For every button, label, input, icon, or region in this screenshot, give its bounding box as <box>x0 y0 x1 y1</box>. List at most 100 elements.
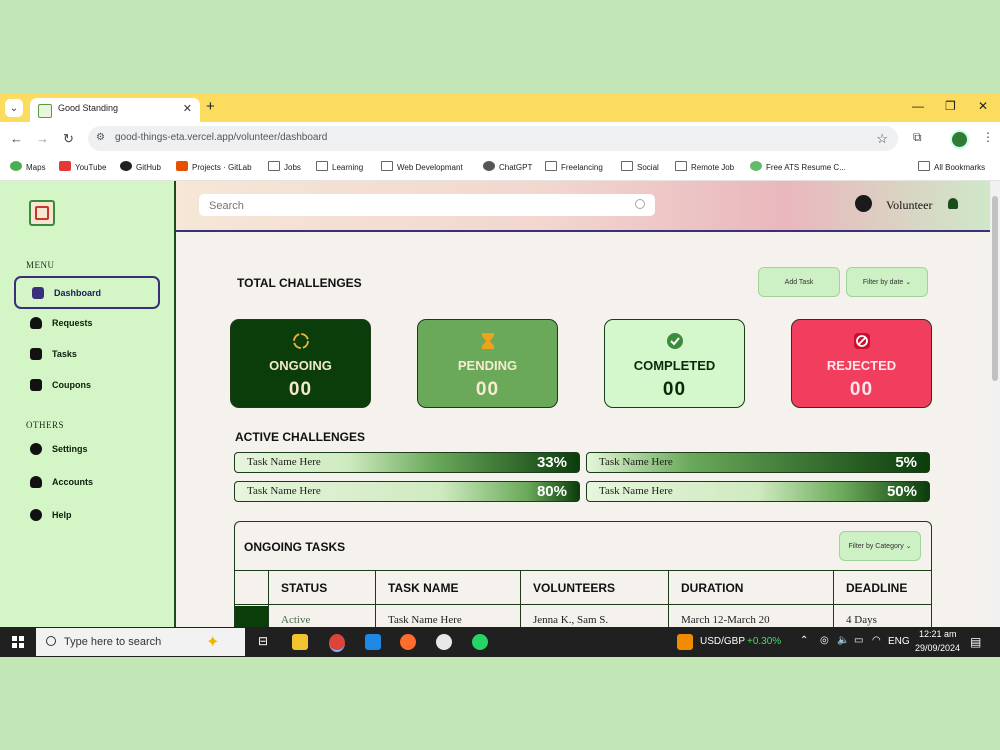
ticker-label[interactable]: USD/GBP <box>700 636 745 647</box>
app-logo-icon[interactable] <box>29 200 55 226</box>
close-window-button[interactable]: ✕ <box>978 99 988 113</box>
task-view-icon[interactable]: ⊟ <box>258 634 268 648</box>
bookmark-social[interactable]: Social <box>621 161 659 172</box>
completed-card[interactable]: COMPLETED 00 <box>604 319 745 408</box>
minimize-button[interactable]: — <box>912 99 924 113</box>
volume-icon[interactable]: 🔈 <box>837 635 849 646</box>
filter-by-date-button[interactable]: Filter by date ⌄ <box>846 267 928 297</box>
challenge-progress-bar[interactable]: Task Name Here 80% <box>234 481 580 502</box>
profile-avatar[interactable] <box>950 130 969 149</box>
bookmark-chatgpt[interactable]: ChatGPT <box>483 161 532 172</box>
sidebar-item-label: Tasks <box>52 349 77 359</box>
reject-icon <box>853 332 871 350</box>
rejected-card[interactable]: REJECTED 00 <box>791 319 932 408</box>
bookmark-freelancing[interactable]: Freelancing <box>545 161 603 172</box>
bookmark-ats-resume[interactable]: Free ATS Resume C... <box>750 161 846 172</box>
bookmark-learning[interactable]: Learning <box>316 161 363 172</box>
search-icon[interactable] <box>635 199 645 209</box>
table-header: DURATION <box>668 570 834 605</box>
folder-icon <box>545 161 557 171</box>
filter-date-label: Filter by date <box>862 278 904 286</box>
ongoing-tasks-panel: ONGOING TASKS Filter by Category ⌄ STATU… <box>234 521 932 627</box>
bookmark-remote-job[interactable]: Remote Job <box>675 161 734 172</box>
desktop-screen: ⌄ Good Standing ✕ + — ❐ ✕ ← → ↻ ⚙ good-t… <box>0 94 1000 657</box>
challenge-progress-bar[interactable]: Task Name Here 5% <box>586 452 930 473</box>
language-indicator[interactable]: ENG <box>888 636 910 647</box>
sidebar-item-coupons[interactable]: Coupons <box>14 370 158 400</box>
clock-date[interactable]: 29/09/2024 <box>915 643 960 653</box>
close-tab-icon[interactable]: ✕ <box>183 102 192 115</box>
card-title: COMPLETED <box>633 358 716 373</box>
extensions-icon[interactable]: ⧉ <box>913 130 922 145</box>
search-input[interactable] <box>207 197 631 215</box>
folder-icon <box>918 161 930 171</box>
user-name[interactable]: Volunteer <box>886 198 932 213</box>
bookmarks-bar: Maps YouTube GitHub Projects · GitLab Jo… <box>0 156 1000 181</box>
add-task-button[interactable]: Add Task <box>758 267 840 297</box>
clock-time[interactable]: 12:21 am <box>919 629 957 639</box>
challenge-percent: 33% <box>536 454 567 471</box>
reload-button[interactable]: ↻ <box>63 131 74 147</box>
sidebar-item-requests[interactable]: Requests <box>14 308 158 338</box>
notifications-icon[interactable]: ▤ <box>970 635 981 649</box>
table-header: TASK NAME <box>375 570 521 605</box>
table-cell: March 12-March 20 <box>668 604 834 627</box>
battery-icon[interactable]: ▭ <box>854 635 863 646</box>
ticker-change[interactable]: +0.30% <box>747 636 781 647</box>
tray-overflow-icon[interactable]: ⌃ <box>800 635 808 646</box>
avatar[interactable] <box>855 195 872 212</box>
scrollbar-thumb[interactable] <box>992 196 998 381</box>
chrome-icon[interactable] <box>329 634 345 652</box>
vscode-icon[interactable] <box>365 634 381 650</box>
challenge-percent: 80% <box>536 483 567 500</box>
taskbar-search[interactable]: Type here to search ✦ <box>36 628 245 656</box>
wifi-icon[interactable]: ◠ <box>872 635 881 646</box>
dashboard-main: TOTAL CHALLENGES Add Task Filter by date… <box>176 232 990 627</box>
ongoing-tasks-title: ONGOING TASKS <box>244 540 346 554</box>
forward-button[interactable]: → <box>36 131 49 146</box>
copilot-sparkle-icon: ✦ <box>206 634 220 651</box>
bookmark-github[interactable]: GitHub <box>120 161 161 172</box>
gitlab-icon <box>176 161 188 171</box>
file-explorer-icon[interactable] <box>292 634 308 650</box>
challenge-progress-bar[interactable]: Task Name Here 50% <box>586 481 930 502</box>
bookmark-gitlab[interactable]: Projects · GitLab <box>176 161 252 172</box>
sidebar-item-label: Requests <box>52 318 93 328</box>
bookmark-maps[interactable]: Maps <box>10 161 46 172</box>
card-count: 00 <box>475 379 500 400</box>
all-bookmarks[interactable]: All Bookmarks <box>918 161 985 172</box>
mongodb-icon[interactable] <box>436 634 452 650</box>
whatsapp-icon[interactable] <box>472 634 488 650</box>
filter-by-category-button[interactable]: Filter by Category ⌄ <box>839 531 921 561</box>
total-challenges-title: TOTAL CHALLENGES <box>237 276 362 290</box>
sidebar-item-help[interactable]: Help <box>14 500 158 530</box>
sidebar-item-tasks[interactable]: Tasks <box>14 339 158 369</box>
new-tab-button[interactable]: + <box>206 98 215 115</box>
url-text: good-things-eta.vercel.app/volunteer/das… <box>115 132 328 143</box>
windows-start-icon[interactable] <box>12 636 24 648</box>
person-plus-icon <box>30 317 42 329</box>
browser-menu-icon[interactable]: ⋮ <box>982 130 994 144</box>
bookmark-star-icon[interactable]: ☆ <box>876 131 888 147</box>
browser-tab[interactable]: Good Standing ✕ <box>30 98 200 122</box>
sidebar-item-accounts[interactable]: Accounts <box>14 467 158 497</box>
bookmark-jobs[interactable]: Jobs <box>268 161 301 172</box>
folder-icon <box>381 161 393 171</box>
challenge-progress-bar[interactable]: Task Name Here 33% <box>234 452 580 473</box>
sidebar-item-settings[interactable]: Settings <box>14 434 158 464</box>
back-button[interactable]: ← <box>10 131 23 146</box>
postman-icon[interactable] <box>400 634 416 650</box>
page-scrollbar[interactable] <box>990 181 1000 627</box>
tab-search-button[interactable]: ⌄ <box>5 99 23 117</box>
bell-icon[interactable] <box>948 198 958 209</box>
bookmark-youtube[interactable]: YouTube <box>59 161 106 172</box>
sidebar-item-dashboard[interactable]: Dashboard <box>14 276 160 309</box>
table-row[interactable]: Active Task Name Here Jenna K., Sam S. M… <box>235 604 931 627</box>
site-info-icon[interactable]: ⚙ <box>96 132 105 143</box>
meet-now-icon[interactable]: ◎ <box>820 635 829 646</box>
pending-card[interactable]: PENDING 00 <box>417 319 558 408</box>
bookmark-web-development[interactable]: Web Developmant <box>381 161 463 172</box>
restore-button[interactable]: ❐ <box>945 99 956 113</box>
ongoing-card[interactable]: ONGOING 00 <box>230 319 371 408</box>
address-bar[interactable]: ⚙ good-things-eta.vercel.app/volunteer/d… <box>88 126 898 151</box>
